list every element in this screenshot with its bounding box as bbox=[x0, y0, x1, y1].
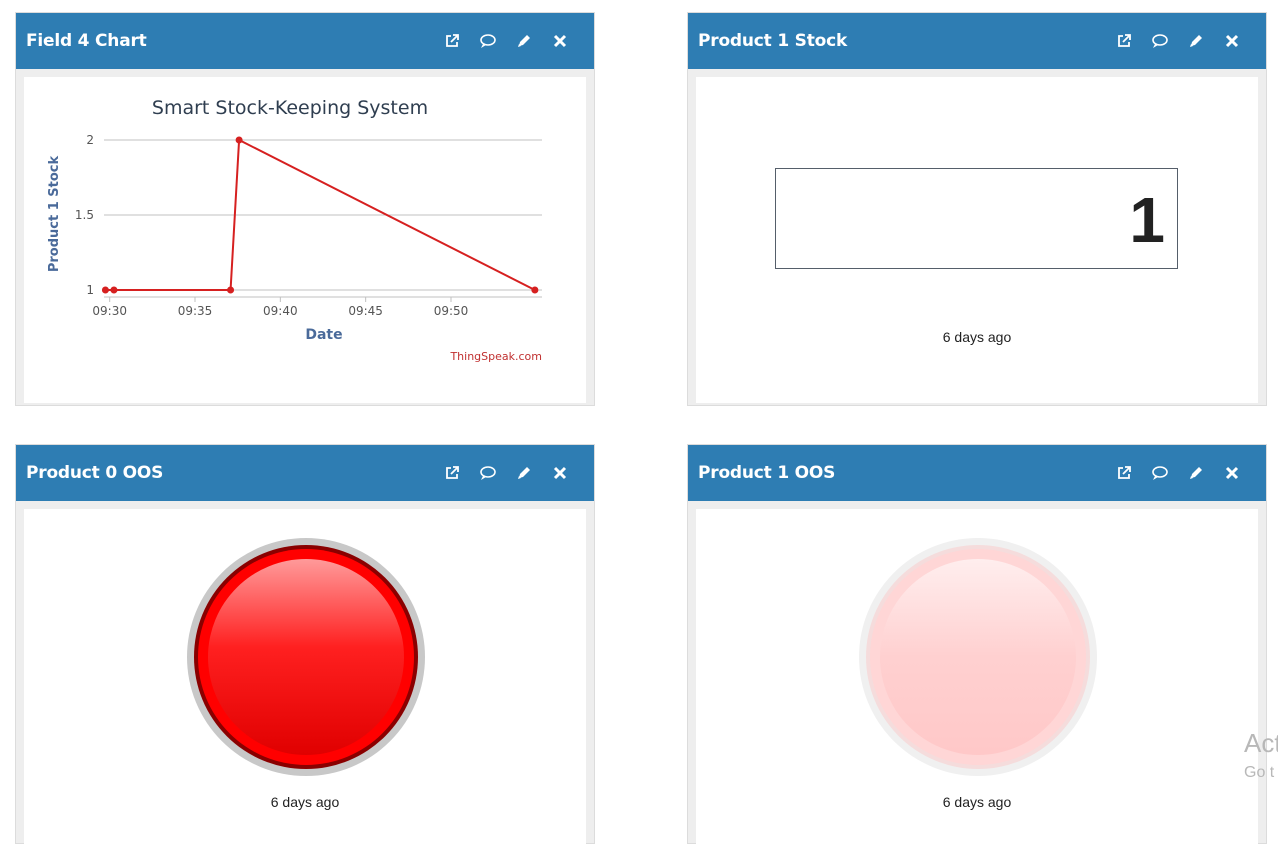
data-point[interactable] bbox=[227, 286, 235, 294]
status-lamp-on bbox=[187, 538, 425, 776]
numeric-display-box: 1 bbox=[775, 168, 1178, 269]
watermark-line-1: Act bbox=[1244, 728, 1278, 758]
comment-icon[interactable] bbox=[1142, 28, 1178, 54]
data-point[interactable] bbox=[531, 286, 539, 294]
external-link-icon[interactable] bbox=[434, 460, 470, 486]
widget-toolbar bbox=[434, 460, 578, 486]
widget-toolbar bbox=[434, 28, 578, 54]
y-axis-label: Product 1 Stock bbox=[47, 155, 62, 272]
chart-widget: Field 4 Chart Smart Stock-Keeping System… bbox=[15, 12, 595, 406]
external-link-icon[interactable] bbox=[1106, 28, 1142, 54]
watermark-line-2: Go t bbox=[1244, 764, 1275, 781]
widget-title: Product 1 Stock bbox=[698, 31, 848, 51]
status-lamp-off bbox=[859, 538, 1097, 776]
chart-title: Smart Stock-Keeping System bbox=[152, 97, 428, 119]
widget-title: Field 4 Chart bbox=[26, 31, 147, 51]
close-icon[interactable] bbox=[1214, 460, 1250, 486]
line-chart: Smart Stock-Keeping System 1 1.5 2 09:30 09… bbox=[47, 97, 542, 363]
widget-header: Product 1 Stock bbox=[688, 13, 1266, 69]
pencil-icon[interactable] bbox=[1178, 460, 1214, 486]
lamp-widget: Product 0 OOS 6 days ago bbox=[15, 444, 595, 853]
last-updated: 6 days ago bbox=[942, 794, 1012, 810]
widget-body: 6 days ago bbox=[24, 509, 586, 853]
widget-body: 1 6 days ago bbox=[696, 77, 1258, 403]
x-axis-label: Date bbox=[305, 327, 342, 343]
widget-header: Product 0 OOS bbox=[16, 445, 594, 501]
chart-area: Smart Stock-Keeping System 1 1.5 2 09:30 09… bbox=[24, 77, 586, 403]
widget-toolbar bbox=[1106, 28, 1250, 54]
widget-body: 6 days ago bbox=[696, 509, 1258, 853]
windows-activation-watermark: Act Go t bbox=[1244, 728, 1278, 788]
widget-toolbar bbox=[1106, 460, 1250, 486]
x-tick-label: 09:30 bbox=[92, 304, 127, 318]
pencil-icon[interactable] bbox=[506, 460, 542, 486]
x-tick-label: 09:50 bbox=[434, 304, 469, 318]
lamp-widget: Product 1 OOS 6 days ago bbox=[687, 444, 1267, 853]
last-updated: 6 days ago bbox=[942, 329, 1012, 345]
widget-title: Product 0 OOS bbox=[26, 463, 164, 483]
last-updated: 6 days ago bbox=[270, 794, 340, 810]
pencil-icon[interactable] bbox=[506, 28, 542, 54]
close-icon[interactable] bbox=[542, 460, 578, 486]
widget-title: Product 1 OOS bbox=[698, 463, 836, 483]
close-icon[interactable] bbox=[1214, 28, 1250, 54]
x-tick-label: 09:35 bbox=[178, 304, 213, 318]
x-tick-label: 09:45 bbox=[348, 304, 383, 318]
widget-header: Field 4 Chart bbox=[16, 13, 594, 69]
data-point[interactable] bbox=[101, 286, 109, 294]
pencil-icon[interactable] bbox=[1178, 28, 1214, 54]
y-tick-label: 1.5 bbox=[75, 208, 94, 222]
numeric-value: 1 bbox=[1129, 184, 1165, 256]
external-link-icon[interactable] bbox=[434, 28, 470, 54]
external-link-icon[interactable] bbox=[1106, 460, 1142, 486]
data-point[interactable] bbox=[110, 286, 118, 294]
x-tick-label: 09:40 bbox=[263, 304, 298, 318]
comment-icon[interactable] bbox=[470, 460, 506, 486]
data-point[interactable] bbox=[235, 136, 243, 144]
numeric-display-widget: Product 1 Stock 1 6 days ago bbox=[687, 12, 1267, 406]
y-tick-label: 1 bbox=[86, 283, 94, 297]
comment-icon[interactable] bbox=[1142, 460, 1178, 486]
y-tick-label: 2 bbox=[86, 133, 94, 147]
chart-credit-link[interactable]: ThingSpeak.com bbox=[449, 350, 542, 363]
comment-icon[interactable] bbox=[470, 28, 506, 54]
close-icon[interactable] bbox=[542, 28, 578, 54]
widget-header: Product 1 OOS bbox=[688, 445, 1266, 501]
